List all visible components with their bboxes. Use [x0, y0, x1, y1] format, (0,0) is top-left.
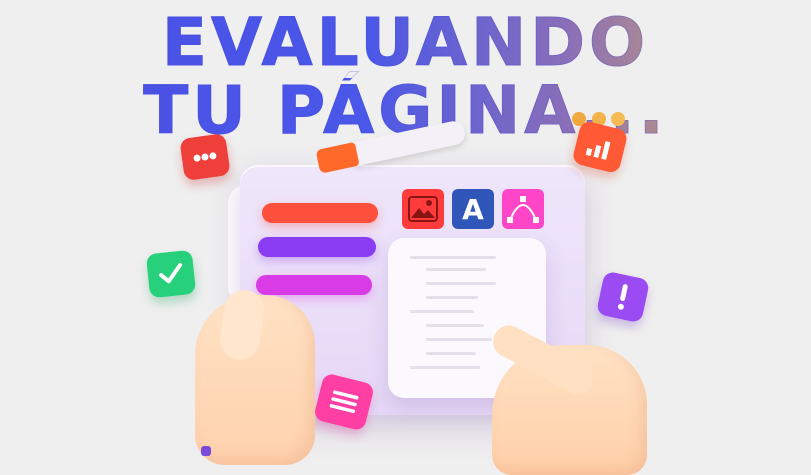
image-icon — [402, 189, 444, 229]
checkmark-icon — [145, 249, 197, 299]
chat-bubble-icon — [179, 133, 231, 181]
content-bar-red — [262, 203, 378, 223]
vector-pen-icon — [502, 189, 544, 229]
bar-chart-icon — [571, 119, 629, 175]
content-bar-purple — [258, 237, 376, 257]
illustration: A — [0, 0, 811, 475]
text-tool-icon: A — [452, 189, 494, 229]
exclamation-icon — [595, 270, 651, 324]
content-bar-magenta — [256, 275, 372, 295]
sleeve — [201, 446, 211, 456]
ellipsis-dot — [611, 112, 625, 126]
